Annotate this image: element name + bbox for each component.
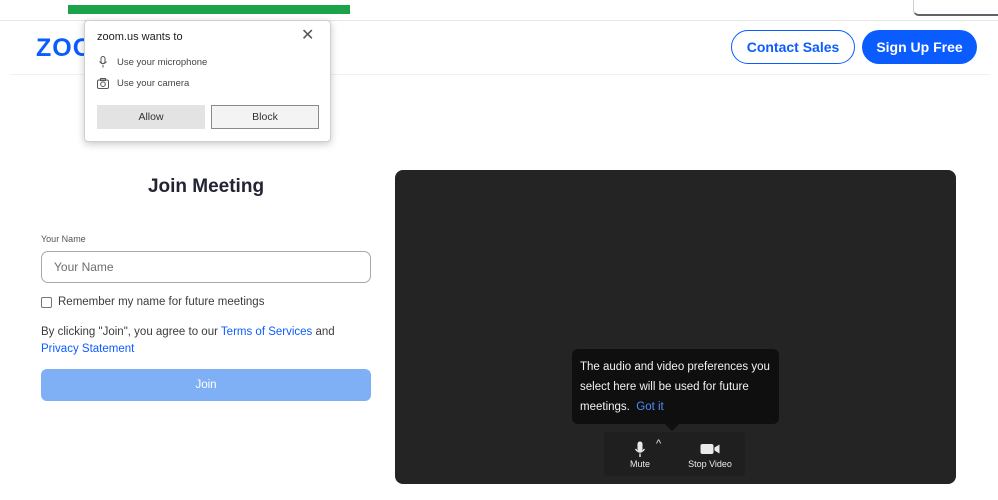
permission-label: Use your microphone (117, 56, 208, 68)
terms-notice: By clicking "Join", you agree to our Ter… (41, 324, 371, 357)
microphone-icon (634, 439, 646, 459)
camera-icon (97, 77, 109, 89)
page-load-indicator (68, 5, 350, 14)
chevron-up-icon[interactable]: ^ (656, 438, 661, 450)
permission-popup-title: zoom.us wants to (97, 31, 183, 43)
name-field-label: Your Name (41, 234, 86, 244)
preferences-tooltip: The audio and video preferences you sele… (572, 349, 779, 424)
terms-prefix: By clicking "Join", you agree to our (41, 326, 221, 338)
terms-of-service-link[interactable]: Terms of Services (221, 326, 312, 338)
stop-video-button[interactable]: Stop Video (682, 432, 738, 476)
remember-name-option[interactable]: Remember my name for future meetings (41, 296, 264, 308)
preview-controls: Mute ^ Stop Video (604, 432, 745, 476)
permission-camera: Use your camera (97, 77, 189, 89)
terms-and: and (312, 326, 335, 338)
permission-microphone: Use your microphone (97, 56, 207, 68)
permission-label: Use your camera (117, 77, 190, 89)
permission-popup: zoom.us wants to ✕ Use your microphone U… (84, 20, 331, 142)
tooltip-arrow (664, 423, 680, 431)
microphone-icon (97, 56, 109, 68)
video-camera-icon (700, 439, 720, 459)
block-button[interactable]: Block (211, 105, 319, 129)
mute-label: Mute (629, 459, 650, 469)
tooltip-text: The audio and video preferences you sele… (580, 361, 770, 413)
contact-sales-button[interactable]: Contact Sales (731, 30, 855, 64)
got-it-link[interactable]: Got it (636, 401, 663, 413)
browser-toolbar-edge (913, 0, 998, 16)
sign-up-free-button[interactable]: Sign Up Free (862, 30, 977, 64)
close-icon[interactable]: ✕ (301, 25, 314, 45)
privacy-statement-link[interactable]: Privacy Statement (41, 343, 134, 355)
page-title: Join Meeting (147, 176, 265, 197)
stop-video-label: Stop Video (688, 459, 732, 469)
allow-button[interactable]: Allow (97, 105, 205, 129)
name-input[interactable] (41, 251, 371, 283)
remember-name-label: Remember my name for future meetings (58, 296, 265, 308)
join-button[interactable]: Join (41, 369, 371, 401)
remember-name-checkbox[interactable] (41, 296, 52, 308)
